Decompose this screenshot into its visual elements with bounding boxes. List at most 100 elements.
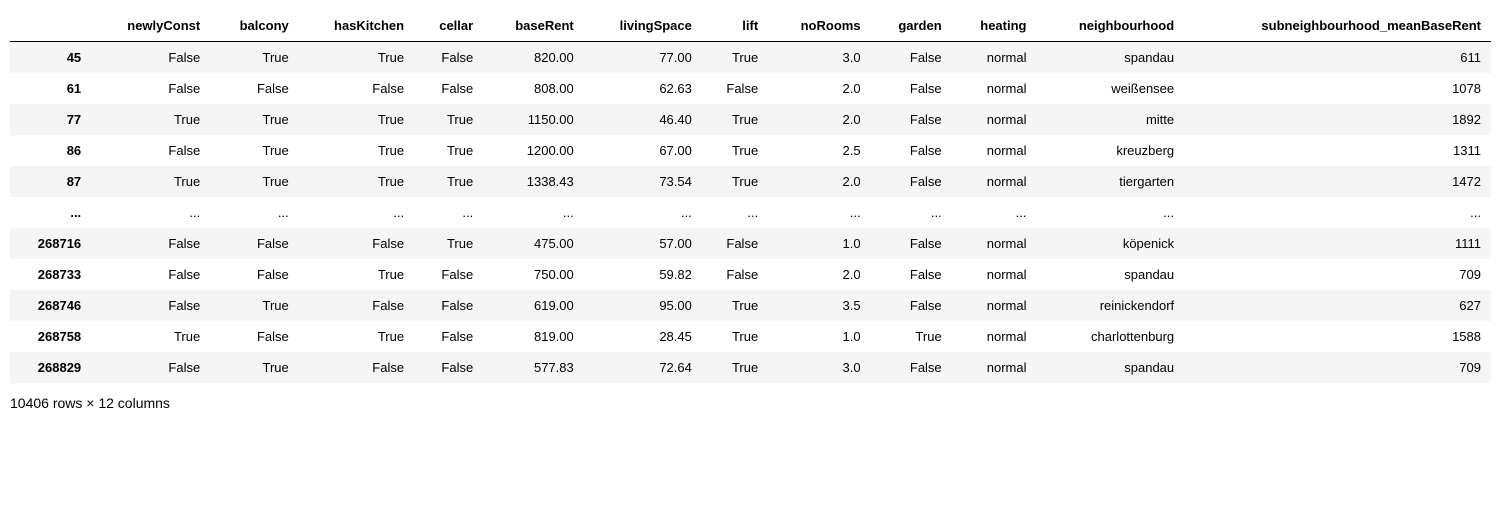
index-header: [10, 10, 91, 42]
table-row: .......................................: [10, 197, 1491, 228]
table-cell: True: [702, 166, 768, 197]
table-cell: True: [210, 290, 299, 321]
column-header: livingSpace: [584, 10, 702, 42]
table-cell: 1.0: [768, 228, 870, 259]
table-cell: 46.40: [584, 104, 702, 135]
column-header: baseRent: [483, 10, 584, 42]
table-cell: 619.00: [483, 290, 584, 321]
table-cell: tiergarten: [1036, 166, 1184, 197]
table-cell: ...: [871, 197, 952, 228]
table-cell: 1078: [1184, 73, 1491, 104]
table-cell: False: [414, 42, 483, 74]
table-cell: ...: [1036, 197, 1184, 228]
table-cell: True: [210, 42, 299, 74]
table-cell: 72.64: [584, 352, 702, 383]
table-cell: False: [91, 259, 210, 290]
table-row: 268746FalseTrueFalseFalse619.0095.00True…: [10, 290, 1491, 321]
table-cell: charlottenburg: [1036, 321, 1184, 352]
table-cell: False: [871, 73, 952, 104]
table-row: 61FalseFalseFalseFalse808.0062.63False2.…: [10, 73, 1491, 104]
table-cell: False: [210, 228, 299, 259]
table-cell: ...: [584, 197, 702, 228]
table-cell: False: [414, 290, 483, 321]
table-cell: 577.83: [483, 352, 584, 383]
row-index: 61: [10, 73, 91, 104]
table-row: 268758TrueFalseTrueFalse819.0028.45True1…: [10, 321, 1491, 352]
table-cell: ...: [483, 197, 584, 228]
dataframe-table: newlyConstbalconyhasKitchencellarbaseRen…: [10, 10, 1491, 383]
table-cell: False: [414, 259, 483, 290]
table-cell: 709: [1184, 352, 1491, 383]
row-index: 268716: [10, 228, 91, 259]
column-header: newlyConst: [91, 10, 210, 42]
table-cell: False: [871, 135, 952, 166]
row-index: 268758: [10, 321, 91, 352]
table-cell: 820.00: [483, 42, 584, 74]
table-cell: normal: [952, 135, 1037, 166]
table-cell: False: [871, 166, 952, 197]
table-cell: normal: [952, 259, 1037, 290]
table-cell: True: [299, 259, 414, 290]
table-cell: 1338.43: [483, 166, 584, 197]
table-cell: True: [91, 166, 210, 197]
table-cell: 62.63: [584, 73, 702, 104]
table-cell: False: [299, 352, 414, 383]
row-index: ...: [10, 197, 91, 228]
table-cell: 475.00: [483, 228, 584, 259]
table-cell: köpenick: [1036, 228, 1184, 259]
table-cell: False: [702, 73, 768, 104]
table-cell: True: [702, 42, 768, 74]
table-cell: False: [91, 352, 210, 383]
table-cell: True: [210, 135, 299, 166]
table-cell: True: [871, 321, 952, 352]
table-cell: True: [210, 166, 299, 197]
table-cell: normal: [952, 73, 1037, 104]
table-cell: 627: [1184, 290, 1491, 321]
column-header: neighbourhood: [1036, 10, 1184, 42]
column-header: lift: [702, 10, 768, 42]
table-cell: False: [871, 259, 952, 290]
table-cell: False: [91, 290, 210, 321]
table-cell: 1200.00: [483, 135, 584, 166]
table-row: 268733FalseFalseTrueFalse750.0059.82Fals…: [10, 259, 1491, 290]
table-cell: 28.45: [584, 321, 702, 352]
table-cell: 1150.00: [483, 104, 584, 135]
table-cell: 3.5: [768, 290, 870, 321]
table-cell: False: [414, 321, 483, 352]
table-row: 45FalseTrueTrueFalse820.0077.00True3.0Fa…: [10, 42, 1491, 74]
table-header: newlyConstbalconyhasKitchencellarbaseRen…: [10, 10, 1491, 42]
row-index: 86: [10, 135, 91, 166]
table-cell: 611: [1184, 42, 1491, 74]
table-cell: True: [91, 104, 210, 135]
table-cell: False: [299, 290, 414, 321]
table-cell: True: [414, 135, 483, 166]
table-cell: 3.0: [768, 42, 870, 74]
column-header: garden: [871, 10, 952, 42]
table-body: 45FalseTrueTrueFalse820.0077.00True3.0Fa…: [10, 42, 1491, 384]
table-cell: False: [871, 290, 952, 321]
row-index: 45: [10, 42, 91, 74]
table-cell: normal: [952, 104, 1037, 135]
table-cell: weißensee: [1036, 73, 1184, 104]
table-row: 87TrueTrueTrueTrue1338.4373.54True2.0Fal…: [10, 166, 1491, 197]
table-cell: False: [299, 228, 414, 259]
table-cell: True: [299, 166, 414, 197]
table-cell: False: [91, 42, 210, 74]
table-cell: 1588: [1184, 321, 1491, 352]
table-cell: ...: [91, 197, 210, 228]
table-cell: False: [210, 73, 299, 104]
column-header: balcony: [210, 10, 299, 42]
table-cell: True: [414, 104, 483, 135]
table-cell: spandau: [1036, 352, 1184, 383]
table-cell: False: [91, 73, 210, 104]
table-cell: True: [210, 352, 299, 383]
column-header: heating: [952, 10, 1037, 42]
table-cell: normal: [952, 352, 1037, 383]
table-cell: 819.00: [483, 321, 584, 352]
table-cell: 750.00: [483, 259, 584, 290]
table-cell: False: [871, 42, 952, 74]
table-cell: 67.00: [584, 135, 702, 166]
table-cell: 95.00: [584, 290, 702, 321]
table-cell: normal: [952, 228, 1037, 259]
table-cell: 2.0: [768, 259, 870, 290]
